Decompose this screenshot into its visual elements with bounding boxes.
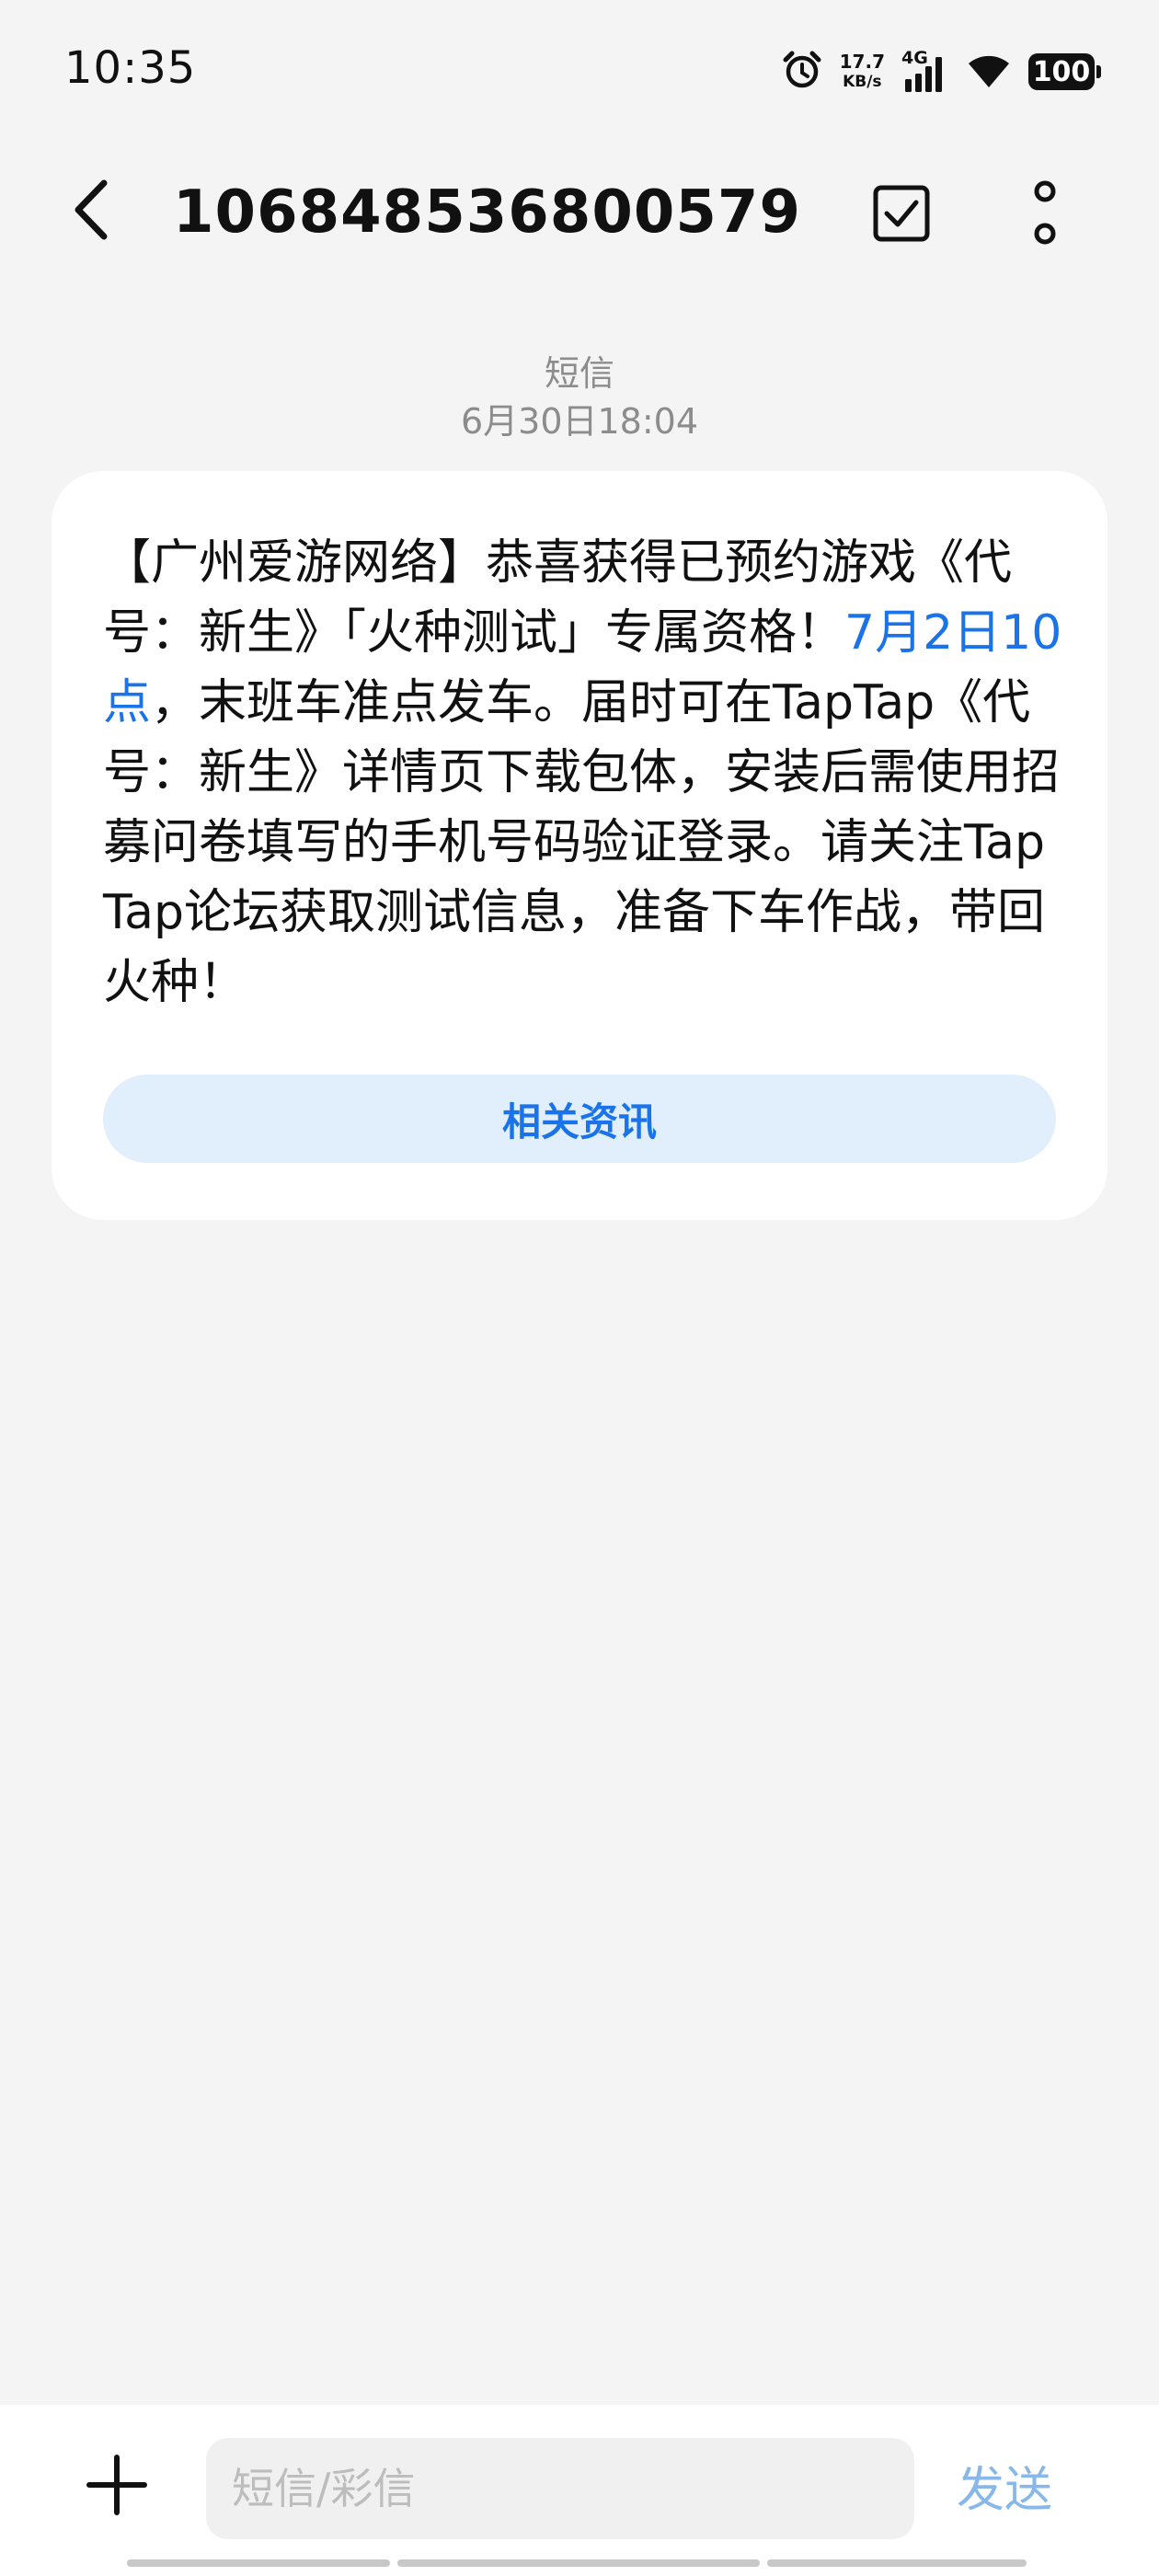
battery-level: 100 xyxy=(1032,55,1091,88)
message-meta: 短信 6月30日18:04 xyxy=(0,350,1159,445)
conversation-header: 106848536800579 xyxy=(0,156,1159,267)
wifi-icon xyxy=(966,51,1012,93)
navigation-gesture-bar xyxy=(127,2559,1027,2567)
message-type-label: 短信 xyxy=(544,353,614,394)
message-text: 【广州爱游网络】恭喜获得已预约游戏《代号：新生》「火种测试」专属资格！7月2日1… xyxy=(103,528,1065,1018)
plus-icon xyxy=(84,2452,150,2522)
network-speed-unit: KB/s xyxy=(843,73,882,91)
select-messages-button[interactable] xyxy=(865,178,938,252)
back-button[interactable] xyxy=(55,175,129,248)
status-bar: 10:35 17.7 KB/s 4G 100 xyxy=(0,0,1159,138)
status-time: 10:35 xyxy=(64,42,197,94)
gesture-bar-segment xyxy=(767,2559,1027,2567)
chevron-left-icon xyxy=(69,178,115,246)
sms-conversation-screen: 10:35 17.7 KB/s 4G 100 106848536800579 短… xyxy=(0,0,1159,2576)
message-bubble[interactable]: 【广州爱游网络】恭喜获得已预约游戏《代号：新生》「火种测试」专属资格！7月2日1… xyxy=(52,471,1107,1220)
more-options-button[interactable] xyxy=(1008,175,1082,256)
network-speed: 17.7 KB/s xyxy=(840,52,885,92)
message-timestamp: 6月30日18:04 xyxy=(460,401,699,442)
battery-icon: 100 xyxy=(1028,53,1101,90)
signal-icon: 4G xyxy=(901,48,949,94)
checkbox-icon xyxy=(872,184,931,247)
network-speed-value: 17.7 xyxy=(839,51,885,73)
composer-bar: 发送 xyxy=(0,2405,1159,2576)
send-button[interactable]: 发送 xyxy=(957,2451,1052,2520)
add-attachment-button[interactable] xyxy=(75,2445,158,2528)
status-icons: 17.7 KB/s 4G 100 xyxy=(781,44,1101,99)
contact-number-title: 106848536800579 xyxy=(173,178,801,247)
message-input[interactable] xyxy=(206,2438,914,2539)
more-vertical-icon xyxy=(1028,180,1061,250)
gesture-bar-segment xyxy=(127,2559,390,2567)
related-info-button[interactable]: 相关资讯 xyxy=(103,1075,1056,1163)
gesture-bar-segment xyxy=(397,2559,760,2567)
alarm-icon xyxy=(781,49,823,95)
message-text-part: ，末班车准点发车。届时可在TapTap《代号：新生》详情页下载包体，安装后需使用… xyxy=(103,675,1061,1010)
